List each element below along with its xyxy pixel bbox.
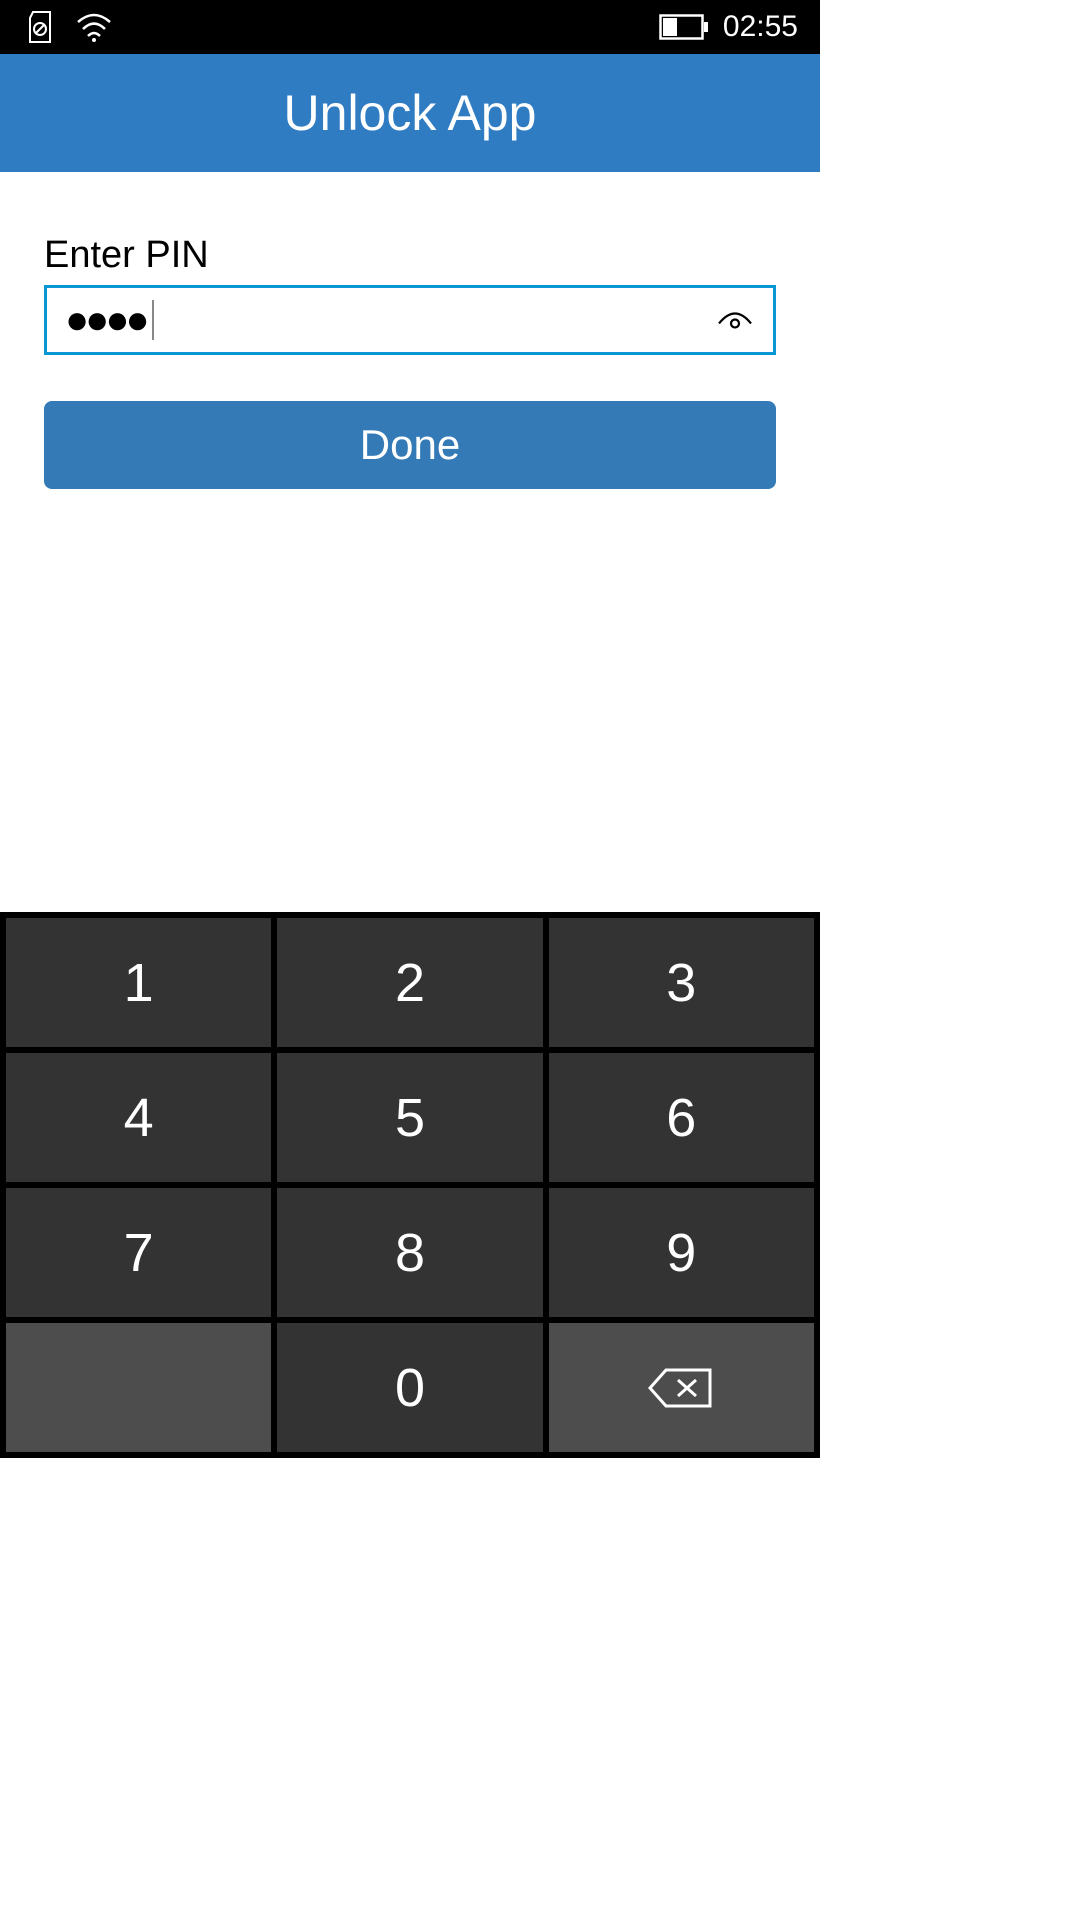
backspace-icon bbox=[648, 1366, 714, 1410]
keypad-blank bbox=[6, 1323, 271, 1452]
no-sim-icon bbox=[28, 10, 56, 44]
keypad-1[interactable]: 1 bbox=[6, 918, 271, 1047]
pin-input[interactable]: ●●●● bbox=[44, 285, 776, 355]
keypad-3[interactable]: 3 bbox=[549, 918, 814, 1047]
keypad-8[interactable]: 8 bbox=[277, 1188, 542, 1317]
app-header: Unlock App bbox=[0, 54, 820, 172]
keypad-4[interactable]: 4 bbox=[6, 1053, 271, 1182]
keypad-5[interactable]: 5 bbox=[277, 1053, 542, 1182]
text-cursor bbox=[152, 300, 154, 340]
keypad-0[interactable]: 0 bbox=[277, 1323, 542, 1452]
keypad-6[interactable]: 6 bbox=[549, 1053, 814, 1182]
page-title: Unlock App bbox=[284, 84, 537, 142]
keypad-9[interactable]: 9 bbox=[549, 1188, 814, 1317]
battery-icon bbox=[659, 14, 709, 40]
wifi-icon bbox=[76, 12, 112, 42]
pin-label: Enter PIN bbox=[44, 234, 776, 277]
status-bar: 02:55 bbox=[0, 0, 820, 54]
main-content: Enter PIN ●●●● Done bbox=[0, 172, 820, 912]
keypad-7[interactable]: 7 bbox=[6, 1188, 271, 1317]
numeric-keypad: 1 2 3 4 5 6 7 8 9 0 bbox=[0, 912, 820, 1458]
status-time: 02:55 bbox=[723, 10, 798, 44]
keypad-2[interactable]: 2 bbox=[277, 918, 542, 1047]
pin-masked-value: ●●●● bbox=[65, 300, 146, 340]
done-button[interactable]: Done bbox=[44, 401, 776, 489]
keypad-backspace[interactable] bbox=[549, 1323, 814, 1452]
reveal-password-icon[interactable] bbox=[715, 304, 755, 337]
